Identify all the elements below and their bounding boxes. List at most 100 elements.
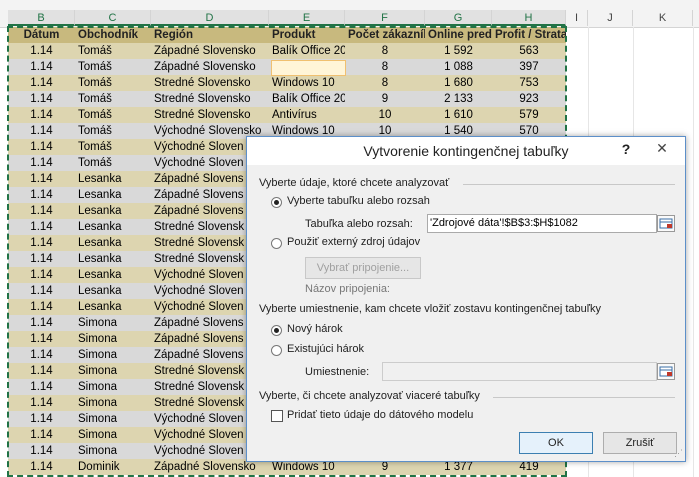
- cell-pocet[interactable]: 8: [345, 43, 425, 59]
- cell-datum[interactable]: 1.14: [8, 123, 75, 139]
- cell-obchodnik[interactable]: Lesanka: [75, 203, 151, 219]
- col-header-i[interactable]: I: [566, 10, 588, 26]
- cell-datum[interactable]: 1.14: [8, 379, 75, 395]
- cell-obchodnik[interactable]: Simona: [75, 363, 151, 379]
- range-input[interactable]: 'Zdrojové dáta'!$B$3:$H$1082: [427, 214, 657, 233]
- col-header-g[interactable]: G: [425, 10, 492, 26]
- cell-predaj[interactable]: 2 133: [425, 91, 492, 107]
- collapse-location-button[interactable]: [657, 363, 675, 380]
- cell-region[interactable]: Stredné Slovensko: [151, 75, 269, 91]
- cell-predaj[interactable]: 1 610: [425, 107, 492, 123]
- radio-external-source-label[interactable]: Použiť externý zdroj údajov: [287, 236, 420, 248]
- cell-region[interactable]: Stredné Slovensko: [151, 107, 269, 123]
- cell-datum[interactable]: 1.14: [8, 427, 75, 443]
- cell-datum[interactable]: 1.14: [8, 363, 75, 379]
- cell-region[interactable]: Západné Slovensko: [151, 59, 269, 75]
- cell-obchodnik[interactable]: Simona: [75, 379, 151, 395]
- radio-existing-sheet[interactable]: [271, 345, 282, 356]
- cell-datum[interactable]: 1.14: [8, 347, 75, 363]
- header-obchodnik[interactable]: Obchodník: [75, 27, 151, 43]
- cell-datum[interactable]: 1.14: [8, 219, 75, 235]
- cell-datum[interactable]: 1.14: [8, 43, 75, 59]
- cell-obchodnik[interactable]: Simona: [75, 411, 151, 427]
- col-header-j[interactable]: J: [588, 10, 633, 26]
- cell-datum[interactable]: 1.14: [8, 283, 75, 299]
- cell-datum[interactable]: 1.14: [8, 443, 75, 459]
- cell-produkt[interactable]: Windows 10: [269, 75, 345, 91]
- table-row[interactable]: 1.14 Tomáš Stredné Slovensko Balík Office 2…: [8, 91, 566, 107]
- resize-grip-icon[interactable]: ⋰: [674, 448, 683, 459]
- header-pocet-zakaznikov[interactable]: Počet zákazníkov: [345, 27, 425, 43]
- cell-obchodnik[interactable]: Simona: [75, 315, 151, 331]
- cell-obchodnik[interactable]: Lesanka: [75, 219, 151, 235]
- radio-external-source[interactable]: [271, 238, 282, 249]
- cell-obchodnik[interactable]: Lesanka: [75, 267, 151, 283]
- col-header-d[interactable]: D: [151, 10, 269, 26]
- cell-obchodnik[interactable]: Tomáš: [75, 91, 151, 107]
- header-region[interactable]: Región: [151, 27, 269, 43]
- cell-datum[interactable]: 1.14: [8, 155, 75, 171]
- data-model-label[interactable]: Pridať tieto údaje do dátového modelu: [287, 409, 473, 421]
- cancel-button[interactable]: Zrušiť: [603, 432, 677, 454]
- cell-datum[interactable]: 1.14: [8, 411, 75, 427]
- cell-obchodnik[interactable]: Simona: [75, 331, 151, 347]
- cell-datum[interactable]: 1.14: [8, 459, 75, 475]
- cell-obchodnik[interactable]: Lesanka: [75, 283, 151, 299]
- cell-obchodnik[interactable]: Tomáš: [75, 59, 151, 75]
- ok-button[interactable]: OK: [519, 432, 593, 454]
- collapse-range-button[interactable]: [657, 215, 675, 232]
- radio-select-table-label[interactable]: Vyberte tabuľku alebo rozsah: [287, 195, 430, 207]
- dialog-titlebar[interactable]: Vytvorenie kontingenčnej tabuľky ? ✕: [247, 137, 685, 165]
- header-datum[interactable]: Dátum: [8, 27, 75, 43]
- data-model-checkbox[interactable]: [271, 410, 283, 422]
- cell-obchodnik[interactable]: Simona: [75, 395, 151, 411]
- cell-obchodnik[interactable]: Tomáš: [75, 139, 151, 155]
- cell-predaj[interactable]: 1 680: [425, 75, 492, 91]
- close-button[interactable]: ✕: [641, 138, 683, 158]
- cell-datum[interactable]: 1.14: [8, 91, 75, 107]
- radio-new-sheet-label[interactable]: Nový hárok: [287, 323, 343, 335]
- table-row[interactable]: 1.14 Tomáš Stredné Slovensko Antivírus 10 1 6…: [8, 107, 566, 123]
- col-header-e[interactable]: E: [269, 10, 345, 26]
- cell-predaj[interactable]: 1 088: [425, 59, 492, 75]
- cell-profit[interactable]: 753: [492, 75, 566, 91]
- cell-region[interactable]: Západné Slovensko: [151, 43, 269, 59]
- header-produkt[interactable]: Produkt: [269, 27, 345, 43]
- cell-pocet[interactable]: 10: [345, 107, 425, 123]
- col-header-b[interactable]: B: [8, 10, 75, 26]
- cell-obchodnik[interactable]: Lesanka: [75, 187, 151, 203]
- cell-datum[interactable]: 1.14: [8, 267, 75, 283]
- cell-datum[interactable]: 1.14: [8, 395, 75, 411]
- header-profit-strata[interactable]: Profit / Strata: [492, 27, 566, 43]
- help-button[interactable]: ?: [617, 140, 635, 158]
- cell-profit[interactable]: 563: [492, 43, 566, 59]
- cell-datum[interactable]: 1.14: [8, 139, 75, 155]
- table-row[interactable]: 1.14 Tomáš Stredné Slovensko Windows 10 8 1 6…: [8, 75, 566, 91]
- selected-cell[interactable]: [271, 60, 346, 76]
- choose-connection-button[interactable]: Vybrať pripojenie...: [305, 257, 421, 279]
- cell-obchodnik[interactable]: Tomáš: [75, 155, 151, 171]
- header-online-predaj[interactable]: Online predaj: [425, 27, 492, 43]
- cell-obchodnik[interactable]: Simona: [75, 443, 151, 459]
- cell-datum[interactable]: 1.14: [8, 251, 75, 267]
- cell-obchodnik[interactable]: Dominik: [75, 459, 151, 475]
- cell-obchodnik[interactable]: Lesanka: [75, 235, 151, 251]
- cell-predaj[interactable]: 1 592: [425, 43, 492, 59]
- cell-produkt[interactable]: Balík Office 20: [269, 43, 345, 59]
- cell-produkt[interactable]: Antivírus: [269, 107, 345, 123]
- cell-datum[interactable]: 1.14: [8, 299, 75, 315]
- cell-obchodnik[interactable]: Lesanka: [75, 171, 151, 187]
- col-header-f[interactable]: F: [345, 10, 425, 26]
- cell-pocet[interactable]: 9: [345, 91, 425, 107]
- cell-obchodnik[interactable]: Lesanka: [75, 251, 151, 267]
- radio-existing-sheet-label[interactable]: Existujúci hárok: [287, 343, 364, 355]
- cell-region[interactable]: Stredné Slovensko: [151, 91, 269, 107]
- cell-obchodnik[interactable]: Tomáš: [75, 107, 151, 123]
- cell-datum[interactable]: 1.14: [8, 235, 75, 251]
- cell-datum[interactable]: 1.14: [8, 75, 75, 91]
- cell-profit[interactable]: 923: [492, 91, 566, 107]
- cell-obchodnik[interactable]: Tomáš: [75, 43, 151, 59]
- cell-datum[interactable]: 1.14: [8, 203, 75, 219]
- cell-produkt[interactable]: Balík Office 20: [269, 91, 345, 107]
- cell-datum[interactable]: 1.14: [8, 331, 75, 347]
